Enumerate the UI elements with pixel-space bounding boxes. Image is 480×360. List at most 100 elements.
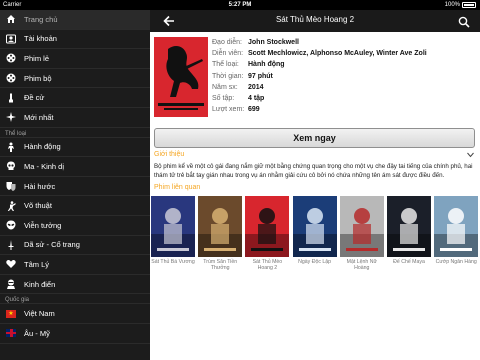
related-movie-poster: [339, 196, 384, 257]
related-section-title: Phim liên quan: [154, 184, 201, 191]
sidebar: Trang chủ Tài khoản Phim lẻ Phim bộ Đề c…: [0, 10, 150, 360]
views-value: 699: [248, 106, 260, 114]
views-label: Lượt xem:: [212, 106, 245, 114]
sidebar-item-label: Tâm Lý: [24, 259, 50, 269]
vietnam-flag-icon: ★: [6, 309, 16, 319]
user-icon: [6, 34, 16, 44]
related-movie-item[interactable]: Sát Thủ Bá Vương: [151, 196, 195, 265]
sidebar-item-account[interactable]: Tài khoản: [0, 30, 150, 50]
film-reel-icon: [6, 73, 16, 83]
sidebar-item-newest[interactable]: Mới nhất: [0, 108, 150, 128]
sidebar-item-genre-drama[interactable]: Tâm Lý: [0, 255, 150, 275]
sidebar-item-label: Dã sử - Cổ trang: [24, 240, 80, 250]
sidebar-item-country-vietnam[interactable]: ★ Việt Nam: [0, 304, 150, 324]
duration-value: 97 phút: [248, 72, 273, 80]
sidebar-item-label: Tài khoản: [24, 34, 57, 44]
genre-label: Thể loại:: [212, 61, 239, 69]
intro-section-title[interactable]: Giới thiệu: [154, 151, 184, 158]
martial-arts-icon: [6, 200, 16, 211]
movie-detail: Đạo diễn: John Stockwell Diễn viên: Scott …: [150, 32, 480, 360]
status-bar: Carrier 5:27 PM 100%: [0, 0, 480, 10]
movie-description: Bộ phim kể về một cô gái đang nắm giữ mộ…: [154, 163, 473, 179]
thumbs-up-icon: [6, 93, 16, 103]
episodes-label: Số tập:: [212, 95, 235, 103]
sidebar-item-label: Phim lẻ: [24, 53, 50, 63]
chevron-down-icon[interactable]: [467, 152, 474, 160]
battery-percent: 100%: [444, 2, 460, 8]
sidebar-item-recommended[interactable]: Đề cử: [0, 88, 150, 108]
related-movie-poster: [434, 196, 479, 257]
related-movie-item[interactable]: Mật Lệnh Nữ Hoàng: [339, 196, 384, 271]
duration-label: Thời gian:: [212, 72, 244, 80]
top-navigation-bar: Sát Thủ Mèo Hoang 2: [150, 10, 480, 32]
sidebar-item-label: Trang chủ: [24, 14, 58, 24]
sidebar-item-label: Đề cử: [24, 93, 45, 103]
related-movie-title: Sát Thủ Bá Vương: [151, 259, 195, 265]
sidebar-item-label: Hành động: [24, 142, 61, 152]
related-movies-list: Sát Thủ Bá Vương Trùm Săn Tiền Thưởng Sát …: [151, 196, 480, 296]
uk-flag-icon: [6, 328, 16, 338]
sidebar-item-genre-comedy[interactable]: Hài hước: [0, 177, 150, 197]
sidebar-item-genre-martial-arts[interactable]: Võ thuật: [0, 196, 150, 216]
ninja-icon: [6, 279, 16, 290]
related-movie-title: Trùm Săn Tiền Thưởng: [203, 259, 238, 271]
director-row: Đạo diễn: John Stockwell: [212, 37, 477, 48]
sidebar-item-series[interactable]: Phim bộ: [0, 69, 150, 89]
cast-row: Diễn viên: Scott Mechlowicz, Alphonso McA…: [212, 48, 477, 59]
related-movie-item[interactable]: Sát Thủ Mèo Hoang 2: [245, 196, 290, 271]
mask-icon: [6, 181, 16, 192]
page-title: Sát Thủ Mèo Hoang 2: [275, 15, 355, 24]
cast-label: Diễn viên:: [212, 50, 244, 58]
sidebar-item-genre-classic[interactable]: Kinh điển: [0, 275, 150, 295]
related-movie-title: Mật Lệnh Nữ Hoàng: [346, 259, 377, 271]
sidebar-item-movies[interactable]: Phim lẻ: [0, 49, 150, 69]
sword-icon: [6, 239, 16, 250]
sidebar-item-label: Viễn tưởng: [24, 220, 62, 230]
episodes-value: 4 tập: [248, 95, 265, 103]
related-movie-item[interactable]: Ngày Độc Lập: [292, 196, 337, 265]
film-reel-icon: [6, 53, 16, 63]
related-movie-title: Đế Chế Maya: [393, 259, 425, 265]
related-movie-poster: [151, 196, 195, 257]
genre-value: Hành động: [248, 61, 285, 69]
country-section-header: Quốc gia: [0, 294, 150, 305]
sidebar-item-label: Việt Nam: [24, 309, 55, 319]
director-value: John Stockwell: [248, 39, 299, 47]
sidebar-item-label: Kinh điển: [24, 279, 56, 289]
sparkle-icon: [6, 112, 16, 123]
sidebar-item-home[interactable]: Trang chủ: [0, 10, 150, 30]
sidebar-item-genre-historical[interactable]: Dã sử - Cổ trang: [0, 236, 150, 256]
views-row: Lượt xem: 699: [212, 104, 477, 115]
related-movie-title: Sát Thủ Mèo Hoang 2: [252, 259, 283, 271]
sidebar-item-genre-action[interactable]: Hành động: [0, 138, 150, 158]
sidebar-item-label: Hài hước: [24, 181, 56, 191]
sidebar-item-label: Ma - Kinh dị: [24, 161, 65, 171]
battery-icon: [462, 2, 476, 8]
heart-icon: [6, 259, 16, 269]
related-movie-poster: [245, 196, 290, 257]
related-movie-title: Ngày Độc Lập: [298, 259, 332, 265]
year-value: 2014: [248, 83, 264, 91]
year-label: Năm sx:: [212, 83, 238, 91]
related-movie-item[interactable]: Đế Chế Maya: [387, 196, 431, 265]
related-movie-item[interactable]: Cướp Ngân Hàng: [434, 196, 479, 265]
year-row: Năm sx: 2014: [212, 82, 477, 93]
sidebar-item-label: Võ thuật: [24, 201, 52, 211]
sidebar-item-genre-horror[interactable]: Ma - Kinh dị: [0, 157, 150, 177]
related-movie-poster: [198, 196, 243, 257]
action-icon: [6, 142, 16, 152]
clock: 5:27 PM: [228, 2, 252, 8]
movie-info: Đạo diễn: John Stockwell Diễn viên: Scott …: [212, 37, 477, 115]
duration-row: Thời gian: 97 phút: [212, 71, 477, 82]
alien-icon: [6, 220, 16, 230]
sidebar-item-genre-scifi[interactable]: Viễn tưởng: [0, 216, 150, 236]
watch-now-button[interactable]: Xem ngay: [154, 128, 475, 148]
related-movie-item[interactable]: Trùm Săn Tiền Thưởng: [198, 196, 243, 271]
skull-icon: [6, 161, 16, 171]
related-movie-poster: [387, 196, 431, 257]
sidebar-item-label: Phim bộ: [24, 73, 52, 83]
home-icon: [6, 14, 16, 24]
search-icon[interactable]: [458, 15, 470, 28]
sidebar-item-country-western[interactable]: Âu - Mỹ: [0, 324, 150, 344]
sidebar-item-label: Âu - Mỹ: [24, 328, 50, 338]
